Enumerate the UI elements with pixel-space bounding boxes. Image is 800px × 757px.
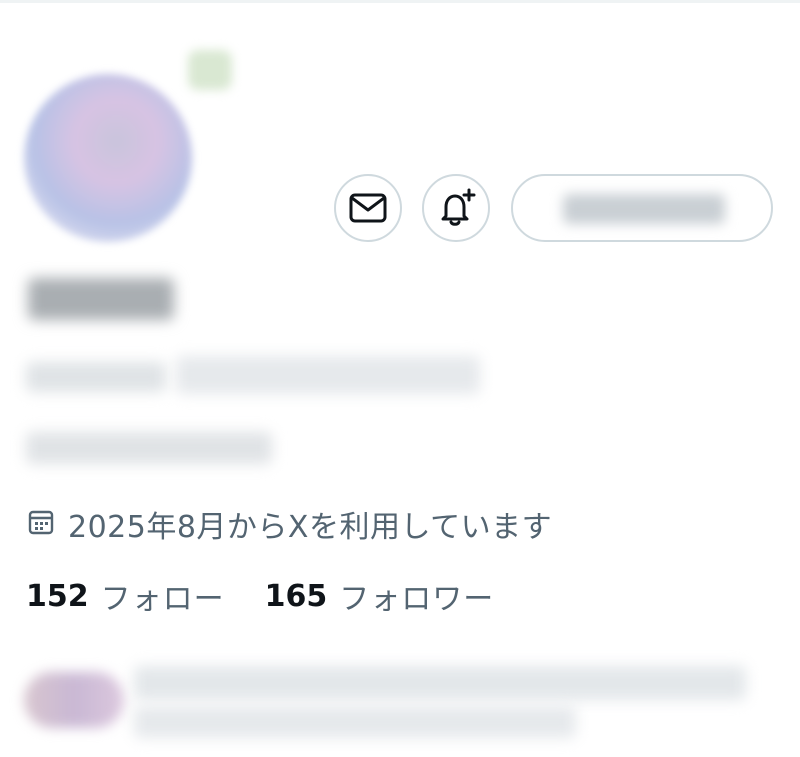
follow-stats: 152 フォロー 165 フォロワー	[26, 574, 495, 618]
followed-by-text-redacted-2[interactable]	[134, 706, 576, 738]
top-divider	[0, 0, 800, 3]
following-link[interactable]: 152 フォロー	[26, 574, 225, 618]
followers-link[interactable]: 165 フォロワー	[265, 574, 495, 618]
followers-label: フォロワー	[339, 582, 495, 617]
follow-button-label-redacted	[563, 194, 725, 224]
bio-redacted	[26, 432, 272, 464]
follow-button[interactable]	[511, 174, 773, 242]
calendar-icon	[28, 509, 54, 539]
join-date: 2025年8月からXを利用しています	[28, 504, 553, 545]
display-name-redacted	[28, 278, 174, 320]
notification-button[interactable]	[422, 174, 490, 242]
followers-count: 165	[264, 578, 328, 614]
handle-extra-redacted	[176, 356, 480, 394]
following-count: 152	[26, 578, 89, 614]
followed-by-avatars[interactable]	[24, 672, 124, 728]
following-label: フォロー	[100, 582, 225, 617]
profile-page: 2025年8月からXを利用しています 152 フォロー 165 フォロワー	[0, 0, 800, 757]
followed-by-text-redacted[interactable]	[134, 666, 746, 700]
avatar-badge	[188, 50, 232, 90]
bell-plus-icon	[436, 188, 476, 228]
handle-redacted	[26, 362, 166, 392]
avatar[interactable]	[24, 74, 192, 242]
join-date-text: 2025年8月からXを利用しています	[68, 510, 553, 545]
mail-icon	[349, 193, 387, 223]
message-button[interactable]	[334, 174, 402, 242]
